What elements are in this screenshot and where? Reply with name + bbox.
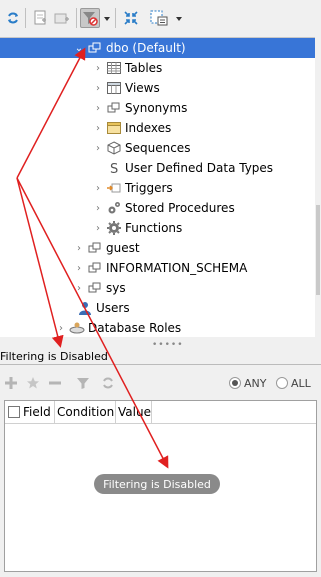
chevron-right-icon[interactable]: ›: [93, 58, 103, 78]
tree-scrollbar[interactable]: [315, 37, 321, 336]
filter-toggle-icon[interactable]: [80, 8, 100, 28]
splitter-grip[interactable]: •••••: [152, 340, 184, 350]
tree-item-label: sys: [106, 281, 126, 295]
tree-item-label: Tables: [125, 61, 163, 75]
tree-item-label: Database Roles: [88, 321, 182, 335]
datatype-icon: S: [106, 160, 122, 177]
table-icon: [106, 60, 122, 76]
add-icon[interactable]: [4, 374, 18, 392]
tree-item-label: Stored Procedures: [125, 201, 235, 215]
collapse-icon[interactable]: [121, 8, 141, 28]
any-radio[interactable]: ANY: [229, 374, 266, 392]
condition-column-header[interactable]: Condition: [55, 401, 116, 423]
schema-icon: [87, 40, 103, 56]
tree-item-functions[interactable]: › Functions: [0, 218, 315, 238]
refresh-icon[interactable]: [101, 374, 115, 392]
toolbar-separator: [25, 8, 26, 28]
schema-icon: [87, 240, 103, 256]
star-icon[interactable]: [26, 374, 40, 392]
tree-item-sys[interactable]: › sys: [0, 278, 315, 298]
chevron-right-icon[interactable]: ›: [93, 178, 103, 198]
tree-item-views[interactable]: › Views: [0, 78, 315, 98]
any-label: ANY: [244, 376, 267, 390]
options-icon[interactable]: [149, 8, 169, 28]
chevron-right-icon[interactable]: ›: [93, 218, 103, 238]
tree-item-label: Sequences: [125, 141, 191, 155]
refresh-icon[interactable]: [3, 8, 23, 28]
all-radio[interactable]: ALL: [276, 374, 311, 392]
column-label: Condition: [57, 405, 115, 419]
tree-item-information-schema[interactable]: › INFORMATION_SCHEMA: [0, 258, 315, 278]
column-label: Value: [118, 405, 151, 419]
chevron-right-icon[interactable]: ›: [93, 198, 103, 218]
filter-icon[interactable]: [76, 374, 90, 392]
filter-panel-title: Filtering is Disabled: [0, 350, 108, 363]
tree-item-label: guest: [106, 241, 140, 255]
schema-icon: [87, 260, 103, 276]
chevron-right-icon[interactable]: ›: [93, 78, 103, 98]
new-query-icon[interactable]: [30, 8, 50, 28]
tree-item-label: Users: [96, 301, 130, 315]
tree-item-user-defined-data-types[interactable]: S User Defined Data Types: [0, 158, 315, 178]
chevron-right-icon[interactable]: ›: [93, 118, 103, 138]
svg-text:S: S: [110, 162, 118, 176]
procedure-icon: [106, 200, 122, 216]
tree-item-label: Synonyms: [125, 101, 188, 115]
function-icon: [106, 220, 122, 236]
radio-button[interactable]: [229, 377, 241, 389]
synonym-icon: [106, 100, 122, 116]
tree-item-label: Triggers: [125, 181, 173, 195]
tree-item-stored-procedures[interactable]: › Stored Procedures: [0, 198, 315, 218]
all-label: ALL: [291, 376, 311, 390]
tree-item-label: Indexes: [125, 121, 172, 135]
tree-item-label: User Defined Data Types: [125, 161, 274, 175]
tree-item-label: Views: [125, 81, 160, 95]
tree-item-indexes[interactable]: › Indexes: [0, 118, 315, 138]
chevron-right-icon[interactable]: ›: [74, 258, 84, 278]
tree-item-label: Functions: [125, 221, 183, 235]
chevron-down-icon[interactable]: [176, 17, 182, 21]
tree-item-database-roles[interactable]: › Database Roles: [0, 318, 315, 337]
user-icon: [77, 300, 93, 316]
scrollbar-thumb[interactable]: [316, 205, 320, 295]
value-column-header[interactable]: Value: [116, 401, 152, 423]
tree-item-guest[interactable]: › guest: [0, 238, 315, 258]
status-toast: Filtering is Disabled: [94, 474, 220, 494]
tree-item-tables[interactable]: › Tables: [0, 58, 315, 78]
view-icon: [106, 80, 122, 96]
trigger-icon: [106, 180, 122, 196]
role-icon: [69, 320, 85, 336]
tree-item-synonyms[interactable]: › Synonyms: [0, 98, 315, 118]
remove-icon[interactable]: [48, 374, 62, 392]
tree-item-users[interactable]: Users: [0, 298, 315, 318]
schema-icon: [87, 280, 103, 296]
tree-item-sequences[interactable]: › Sequences: [0, 138, 315, 158]
tree-item-label: dbo (Default): [106, 41, 186, 55]
chevron-right-icon[interactable]: ›: [93, 98, 103, 118]
toolbar-separator: [115, 8, 116, 28]
chevron-right-icon[interactable]: ›: [74, 238, 84, 258]
chevron-right-icon[interactable]: ›: [56, 318, 66, 337]
toolbar-separator: [76, 8, 77, 28]
divider: [0, 364, 321, 365]
chevron-right-icon[interactable]: ›: [93, 138, 103, 158]
tree-item-triggers[interactable]: › Triggers: [0, 178, 315, 198]
grid-header: Field Condition Value: [5, 401, 316, 424]
column-label: Field: [23, 405, 51, 419]
object-tree: ⌄ dbo (Default) › Tables › Views › Synon…: [0, 37, 315, 337]
chevron-down-icon[interactable]: [104, 17, 110, 21]
radio-button[interactable]: [276, 377, 288, 389]
tree-item-label: INFORMATION_SCHEMA: [106, 261, 248, 275]
sequence-icon: [106, 140, 122, 156]
tree-item-dbo[interactable]: ⌄ dbo (Default): [0, 38, 315, 58]
index-icon: [106, 120, 122, 136]
field-column-header[interactable]: Field: [5, 401, 55, 423]
select-all-checkbox[interactable]: [8, 406, 20, 418]
new-item-icon[interactable]: [52, 8, 72, 28]
toolbar: [0, 0, 321, 36]
chevron-right-icon[interactable]: ›: [74, 278, 84, 298]
chevron-down-icon[interactable]: ⌄: [74, 38, 84, 58]
